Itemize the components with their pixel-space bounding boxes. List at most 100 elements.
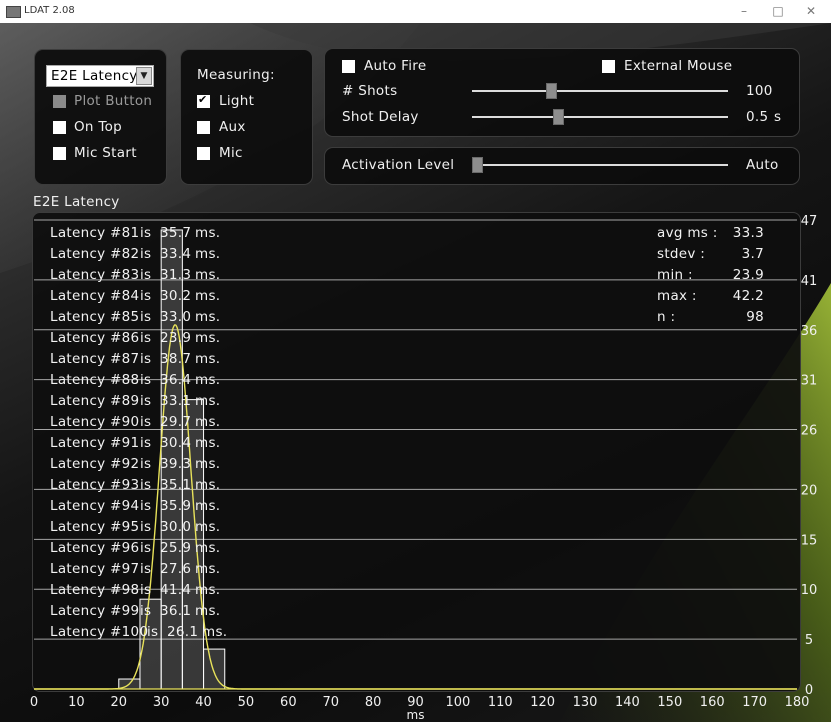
latency-row-is: is xyxy=(140,225,152,241)
stat-value: 3.7 xyxy=(741,246,764,262)
latency-row-unit: ms. xyxy=(195,351,221,367)
latency-row-value: 30.2 xyxy=(160,288,192,304)
latency-row-value: 26.1 xyxy=(167,624,199,640)
latency-row-is: is xyxy=(140,330,152,346)
latency-row-value: 35.7 xyxy=(160,225,192,241)
latency-row-is: is xyxy=(140,309,152,325)
latency-row-value: 33.1 xyxy=(160,393,192,409)
y-tick-label: 5 xyxy=(805,633,813,648)
latency-row-is: is xyxy=(140,414,152,430)
x-axis-label: ms xyxy=(407,708,425,722)
latency-row-value: 31.3 xyxy=(160,267,192,283)
latency-row-label: Latency #92 xyxy=(50,456,140,472)
latency-row-is: is xyxy=(140,498,152,514)
x-tick-label: 50 xyxy=(238,695,255,710)
latency-row-value: 35.9 xyxy=(160,498,192,514)
latency-row-is: is xyxy=(140,561,152,577)
latency-row-unit: ms. xyxy=(195,582,221,598)
y-tick-label: 41 xyxy=(801,274,818,289)
latency-row-value: 33.0 xyxy=(160,309,192,325)
latency-row-unit: ms. xyxy=(195,372,221,388)
x-tick-label: 130 xyxy=(573,695,598,710)
stat-value: 23.9 xyxy=(732,267,764,283)
latency-row-label: Latency #88 xyxy=(50,372,140,388)
latency-row-label: Latency #98 xyxy=(50,582,140,598)
latency-row-unit: ms. xyxy=(195,288,221,304)
stat-label: min : xyxy=(657,267,693,283)
latency-row-unit: ms. xyxy=(195,477,221,493)
x-tick-label: 100 xyxy=(445,695,470,710)
latency-row-unit: ms. xyxy=(195,246,221,262)
latency-row-value: 41.4 xyxy=(160,582,192,598)
latency-row-unit: ms. xyxy=(202,624,228,640)
latency-row-label: Latency #97 xyxy=(50,561,140,577)
latency-row-is: is xyxy=(140,540,152,556)
latency-row-value: 30.0 xyxy=(160,519,192,535)
x-tick-label: 150 xyxy=(657,695,682,710)
x-tick-label: 120 xyxy=(530,695,555,710)
latency-row-label: Latency #86 xyxy=(50,330,140,346)
x-tick-label: 140 xyxy=(615,695,640,710)
latency-row-label: Latency #81 xyxy=(50,225,140,241)
y-tick-label: 31 xyxy=(801,374,818,389)
latency-row-value: 23.9 xyxy=(160,330,192,346)
latency-row-value: 27.6 xyxy=(160,561,192,577)
latency-row-value: 29.7 xyxy=(160,414,192,430)
x-tick-label: 160 xyxy=(700,695,725,710)
stat-value: 98 xyxy=(746,309,764,325)
latency-row-label: Latency #90 xyxy=(50,414,140,430)
latency-row-unit: ms. xyxy=(195,519,221,535)
latency-row-label: Latency #99 xyxy=(50,603,140,619)
latency-row-is: is xyxy=(147,624,159,640)
y-tick-label: 47 xyxy=(801,214,818,229)
latency-row-label: Latency #82 xyxy=(50,246,140,262)
latency-row-label: Latency #96 xyxy=(50,540,140,556)
latency-row-is: is xyxy=(140,582,152,598)
y-tick-label: 26 xyxy=(801,424,818,439)
latency-row-unit: ms. xyxy=(195,309,221,325)
latency-row-label: Latency #87 xyxy=(50,351,140,367)
latency-row-label: Latency #85 xyxy=(50,309,140,325)
latency-row-unit: ms. xyxy=(195,435,221,451)
stat-value: 42.2 xyxy=(732,288,764,304)
latency-row-value: 25.9 xyxy=(160,540,192,556)
latency-row-label: Latency #94 xyxy=(50,498,140,514)
latency-row-label: Latency #93 xyxy=(50,477,140,493)
latency-row-label: Latency #83 xyxy=(50,267,140,283)
latency-row-label: Latency #89 xyxy=(50,393,140,409)
latency-row-value: 38.7 xyxy=(160,351,192,367)
latency-row-is: is xyxy=(140,246,152,262)
latency-row-unit: ms. xyxy=(195,225,221,241)
latency-row-value: 35.1 xyxy=(160,477,192,493)
latency-row-is: is xyxy=(140,393,152,409)
latency-row-is: is xyxy=(140,435,152,451)
y-tick-label: 15 xyxy=(801,533,818,548)
stat-value: 33.3 xyxy=(732,225,764,241)
latency-row-label: Latency #100 xyxy=(50,624,149,640)
x-tick-label: 40 xyxy=(195,695,212,710)
latency-row-unit: ms. xyxy=(195,330,221,346)
latency-row-is: is xyxy=(140,603,152,619)
latency-row-is: is xyxy=(140,288,152,304)
latency-row-unit: ms. xyxy=(195,267,221,283)
stat-label: avg ms : xyxy=(657,225,718,241)
latency-row-is: is xyxy=(140,351,152,367)
y-tick-label: 10 xyxy=(801,583,818,598)
x-tick-label: 180 xyxy=(785,695,810,710)
latency-row-is: is xyxy=(140,372,152,388)
latency-row-unit: ms. xyxy=(195,498,221,514)
latency-row-unit: ms. xyxy=(195,393,221,409)
latency-row-unit: ms. xyxy=(195,540,221,556)
latency-row-is: is xyxy=(140,267,152,283)
latency-row-label: Latency #91 xyxy=(50,435,140,451)
y-tick-label: 36 xyxy=(801,324,818,339)
latency-row-value: 36.1 xyxy=(160,603,192,619)
latency-row-unit: ms. xyxy=(195,414,221,430)
x-tick-label: 30 xyxy=(153,695,170,710)
x-tick-label: 0 xyxy=(30,695,38,710)
latency-row-value: 39.3 xyxy=(160,456,192,472)
x-tick-label: 20 xyxy=(111,695,128,710)
latency-row-label: Latency #95 xyxy=(50,519,140,535)
stat-label: n : xyxy=(657,309,676,325)
latency-row-unit: ms. xyxy=(195,561,221,577)
